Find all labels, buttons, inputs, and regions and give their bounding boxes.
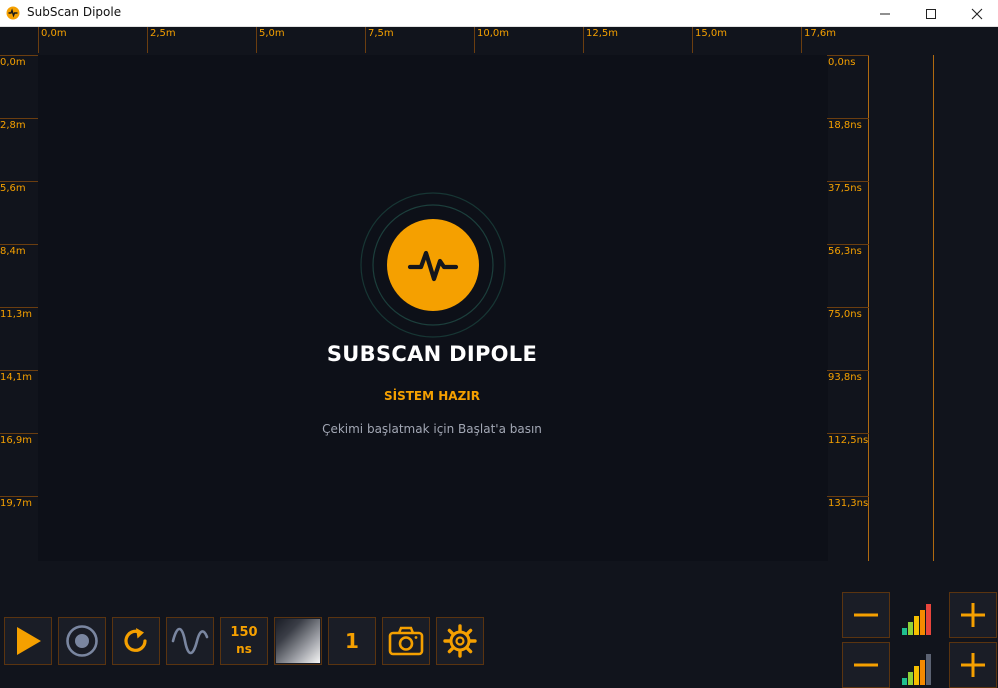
play-icon — [17, 627, 41, 655]
hint-text: Çekimi başlatmak için Başlat'a basın — [322, 422, 542, 436]
minimize-button[interactable] — [862, 0, 908, 27]
time-tick: 93,8ns — [827, 370, 869, 384]
depth-tick: 19,7m — [0, 496, 38, 510]
distance-tick: 7,5m — [365, 27, 394, 53]
record-icon — [66, 625, 98, 657]
time-window-button[interactable]: 150 ns — [220, 617, 268, 665]
close-icon — [971, 8, 983, 19]
time-tick: 56,3ns — [827, 244, 869, 258]
minus-icon — [854, 613, 878, 617]
status-label: SİSTEM HAZIR — [384, 389, 480, 403]
time-tick: 37,5ns — [827, 181, 869, 195]
gain2-increase-button[interactable] — [949, 642, 997, 688]
bottom-toolbar: 150 ns 1 — [0, 561, 998, 688]
gain-bar — [902, 678, 907, 685]
time-tick: 0,0ns — [827, 55, 869, 69]
refresh-button[interactable] — [112, 617, 160, 665]
distance-ruler: 0,0m 2,5m 5,0m 7,5m 10,0m 12,5m 15,0m 17… — [38, 27, 836, 55]
gain-bar — [920, 610, 925, 635]
maximize-icon — [926, 8, 936, 19]
gain2-decrease-button[interactable] — [842, 642, 890, 688]
gain-bar — [908, 672, 913, 685]
depth-tick: 11,3m — [0, 307, 38, 321]
gradient-icon — [276, 619, 320, 663]
distance-tick: 0,0m — [38, 27, 67, 53]
stack-value: 1 — [345, 629, 359, 653]
app-logo-icon — [6, 6, 20, 20]
color-palette-button[interactable] — [274, 617, 322, 665]
time-tick: 131,3ns — [827, 496, 869, 509]
time-ruler: 0,0ns 18,8ns 37,5ns 56,3ns 75,0ns 93,8ns… — [827, 55, 869, 561]
time-window-unit: ns — [236, 642, 252, 656]
maximize-button[interactable] — [908, 0, 954, 27]
plus-icon — [961, 653, 985, 677]
distance-tick: 10,0m — [474, 27, 509, 53]
app-title: SUBSCAN DIPOLE — [326, 342, 538, 366]
depth-tick: 2,8m — [0, 118, 38, 132]
distance-tick: 12,5m — [583, 27, 618, 53]
settings-button[interactable] — [436, 617, 484, 665]
wave-icon — [171, 627, 209, 655]
distance-tick: 2,5m — [147, 27, 176, 53]
plus-icon — [961, 603, 985, 627]
depth-tick: 16,9m — [0, 433, 38, 447]
depth-tick: 8,4m — [0, 244, 38, 258]
snapshot-button[interactable] — [382, 617, 430, 665]
depth-tick: 5,6m — [0, 181, 38, 195]
stack-button[interactable]: 1 — [328, 617, 376, 665]
title-bar: SubScan Dipole — [0, 0, 998, 27]
pulse-logo-icon — [360, 192, 506, 338]
depth-tick: 0,0m — [0, 55, 38, 69]
depth-tick: 14,1m — [0, 370, 38, 384]
gain2-level-bars — [902, 649, 942, 685]
minus-icon — [854, 663, 878, 667]
gain-bar — [914, 616, 919, 635]
gain1-increase-button[interactable] — [949, 592, 997, 638]
wave-button[interactable] — [166, 617, 214, 665]
main-area: 0,0m 2,5m 5,0m 7,5m 10,0m 12,5m 15,0m 17… — [0, 27, 998, 688]
time-window-value: 150 — [230, 625, 258, 640]
gain1-level-bars — [902, 599, 942, 635]
gain1-decrease-button[interactable] — [842, 592, 890, 638]
camera-icon — [388, 626, 424, 656]
play-button[interactable] — [4, 617, 52, 665]
gain-bar — [926, 604, 931, 635]
trace-panel-line — [933, 55, 934, 561]
distance-tick: 17,6m — [801, 27, 836, 53]
gain-bar — [914, 666, 919, 685]
time-tick: 18,8ns — [827, 118, 869, 132]
gain-bar — [902, 628, 907, 635]
record-button[interactable] — [58, 617, 106, 665]
distance-tick: 5,0m — [256, 27, 285, 53]
gear-icon — [443, 624, 477, 658]
refresh-icon — [124, 628, 147, 652]
window-title: SubScan Dipole — [27, 5, 122, 19]
minimize-icon — [880, 13, 890, 14]
depth-ruler: 0,0m 2,8m 5,6m 8,4m 11,3m 14,1m 16,9m 19… — [0, 55, 38, 561]
close-button[interactable] — [954, 0, 998, 27]
gain-bar — [920, 660, 925, 685]
time-tick: 112,5ns — [827, 433, 869, 446]
distance-tick: 15,0m — [692, 27, 727, 53]
gain-bar — [908, 622, 913, 635]
time-tick: 75,0ns — [827, 307, 869, 321]
gain-bar — [926, 654, 931, 685]
